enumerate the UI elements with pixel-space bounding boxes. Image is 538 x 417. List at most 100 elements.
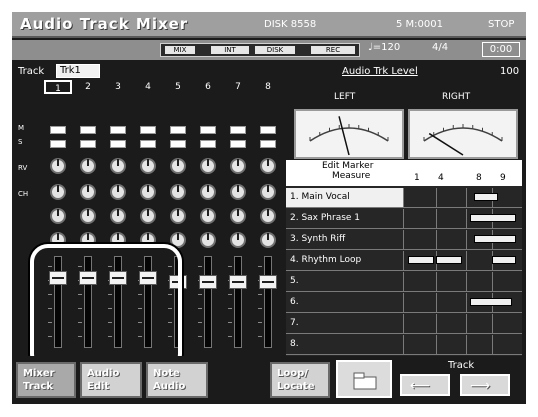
grid-line bbox=[436, 188, 437, 207]
pan-knob-icon[interactable] bbox=[170, 208, 186, 224]
measure-col-label: 9 bbox=[500, 173, 506, 183]
mute-switch[interactable] bbox=[80, 126, 96, 134]
mute-switch[interactable] bbox=[230, 126, 246, 134]
fader-handle[interactable] bbox=[229, 275, 247, 289]
send-knob-icon[interactable] bbox=[260, 232, 276, 248]
reverb-knob-icon[interactable] bbox=[110, 158, 126, 174]
arrow-left-icon: ⟵ bbox=[410, 378, 431, 394]
solo-switch[interactable] bbox=[230, 140, 246, 148]
pan-knob-icon[interactable] bbox=[50, 208, 66, 224]
send-knob-icon[interactable] bbox=[200, 232, 216, 248]
reverb-knob-icon[interactable] bbox=[50, 158, 66, 174]
chorus-knob-icon[interactable] bbox=[200, 184, 216, 200]
solo-switch[interactable] bbox=[170, 140, 186, 148]
grid-line bbox=[466, 209, 467, 228]
reverb-knob-icon[interactable] bbox=[230, 158, 246, 174]
pan-knob-icon[interactable] bbox=[200, 208, 216, 224]
track-prev-button[interactable]: ⟵ bbox=[400, 374, 450, 396]
mute-switch[interactable] bbox=[140, 126, 156, 134]
track-next-button[interactable]: ⟶ bbox=[460, 374, 510, 396]
channel-number[interactable]: 5 bbox=[164, 80, 192, 94]
pan-knob-icon[interactable] bbox=[230, 208, 246, 224]
pattern-block bbox=[474, 235, 516, 243]
chorus-knob-icon[interactable] bbox=[80, 184, 96, 200]
track-field[interactable]: Trk1 bbox=[56, 64, 100, 78]
pan-knob-icon[interactable] bbox=[80, 208, 96, 224]
left-level-meter bbox=[294, 109, 404, 159]
fader-tick bbox=[198, 308, 202, 309]
mute-switch[interactable] bbox=[260, 126, 276, 134]
marker-row[interactable]: 3. Synth Riff bbox=[286, 230, 522, 250]
marker-row[interactable]: 8. bbox=[286, 335, 522, 355]
fader-handle[interactable] bbox=[259, 275, 277, 289]
pattern-block bbox=[436, 256, 462, 264]
mixer-track-button[interactable]: Mixer Track bbox=[16, 362, 76, 398]
pan-knob-icon[interactable] bbox=[140, 208, 156, 224]
reverb-knob-icon[interactable] bbox=[80, 158, 96, 174]
chorus-knob-icon[interactable] bbox=[170, 184, 186, 200]
row-label: S bbox=[18, 138, 23, 146]
chorus-knob-icon[interactable] bbox=[260, 184, 276, 200]
edit-marker-panel: Edit Marker Measure 1 4 8 9 1. Main Voca… bbox=[286, 160, 522, 360]
note-audio-button[interactable]: Note Audio bbox=[146, 362, 208, 398]
mute-switch[interactable] bbox=[50, 126, 66, 134]
fader-tick bbox=[228, 294, 232, 295]
chorus-knob-icon[interactable] bbox=[50, 184, 66, 200]
solo-switch[interactable] bbox=[110, 140, 126, 148]
marker-row[interactable]: 6. bbox=[286, 293, 522, 313]
tab-window-button[interactable] bbox=[336, 360, 392, 398]
reverb-knob-icon[interactable] bbox=[170, 158, 186, 174]
channel-number[interactable]: 1 bbox=[44, 80, 72, 94]
solo-switch[interactable] bbox=[200, 140, 216, 148]
fader-tick bbox=[228, 266, 232, 267]
strip-segment: REC bbox=[311, 46, 355, 54]
highlight-frame bbox=[30, 244, 182, 372]
pan-knob-icon[interactable] bbox=[110, 208, 126, 224]
reverb-knob-icon[interactable] bbox=[140, 158, 156, 174]
solo-switch[interactable] bbox=[50, 140, 66, 148]
channel-number[interactable]: 7 bbox=[224, 80, 252, 94]
channel-number[interactable]: 6 bbox=[194, 80, 222, 94]
solo-switch[interactable] bbox=[80, 140, 96, 148]
chorus-knob-icon[interactable] bbox=[140, 184, 156, 200]
audio-trk-level-value: 100 bbox=[500, 66, 520, 77]
fader-slot bbox=[204, 256, 212, 348]
loop-locate-button[interactable]: Loop/ Locate bbox=[270, 362, 330, 398]
marker-row[interactable]: 7. bbox=[286, 314, 522, 334]
marker-row[interactable]: 5. bbox=[286, 272, 522, 292]
right-needle-icon bbox=[423, 124, 503, 156]
pan-knob-icon[interactable] bbox=[260, 208, 276, 224]
marker-row[interactable]: 1. Main Vocal bbox=[286, 188, 522, 208]
mute-switch[interactable] bbox=[110, 126, 126, 134]
loop-locate-label: Loop/ Locate bbox=[277, 368, 315, 392]
grid-line bbox=[466, 251, 467, 270]
channel-number[interactable]: 8 bbox=[254, 80, 282, 94]
tab-window-icon bbox=[353, 372, 377, 390]
channel-number[interactable]: 4 bbox=[134, 80, 162, 94]
fader-tick bbox=[228, 322, 232, 323]
audio-edit-button[interactable]: Audio Edit bbox=[80, 362, 142, 398]
fader-tick bbox=[258, 336, 262, 337]
reverb-knob-icon[interactable] bbox=[260, 158, 276, 174]
marker-row[interactable]: 4. Rhythm Loop bbox=[286, 251, 522, 271]
chorus-knob-icon[interactable] bbox=[110, 184, 126, 200]
channel-number[interactable]: 3 bbox=[104, 80, 132, 94]
measure-col-label: 4 bbox=[438, 173, 444, 183]
fader-handle[interactable] bbox=[199, 275, 217, 289]
reverb-knob-icon[interactable] bbox=[200, 158, 216, 174]
chorus-knob-icon[interactable] bbox=[230, 184, 246, 200]
grid-line bbox=[436, 335, 437, 354]
mute-switch[interactable] bbox=[200, 126, 216, 134]
send-knob-icon[interactable] bbox=[230, 232, 246, 248]
grid-line bbox=[466, 230, 467, 249]
row-label: CH bbox=[18, 190, 29, 198]
marker-row[interactable]: 2. Sax Phrase 1 bbox=[286, 209, 522, 229]
mute-switch[interactable] bbox=[170, 126, 186, 134]
channel-number[interactable]: 2 bbox=[74, 80, 102, 94]
solo-switch[interactable] bbox=[140, 140, 156, 148]
solo-switch[interactable] bbox=[260, 140, 276, 148]
note-audio-label: Note Audio bbox=[153, 368, 186, 392]
fader-tick bbox=[258, 266, 262, 267]
grid-line bbox=[436, 314, 437, 333]
grid-line bbox=[492, 335, 493, 354]
